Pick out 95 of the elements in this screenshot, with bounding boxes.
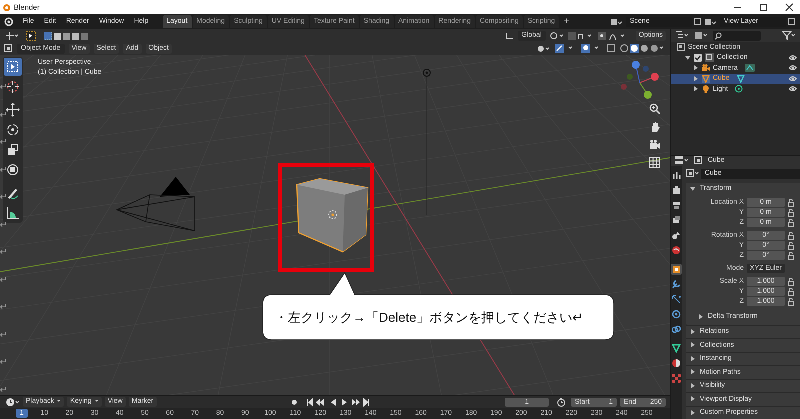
- view-layer-icon: [704, 17, 716, 26]
- paragraph-mark: ↵: [0, 303, 8, 315]
- collapsed-arrow-icon[interactable]: [698, 314, 704, 320]
- lock-icon[interactable]: [788, 208, 794, 216]
- pivot-icon[interactable]: [550, 32, 564, 40]
- zoom-icon[interactable]: [649, 103, 661, 115]
- texture-tab-icon[interactable]: [671, 372, 682, 384]
- orientation-icon: [506, 32, 514, 40]
- material-tab-icon[interactable]: [671, 358, 682, 368]
- checkbox[interactable]: [694, 54, 702, 62]
- display-mode-icon[interactable]: [675, 31, 689, 40]
- constraints-tab-icon[interactable]: [671, 324, 682, 334]
- transform-tool-icon: [4, 31, 18, 40]
- world-tab-icon[interactable]: [671, 244, 682, 256]
- paragraph-mark: ↵: [0, 358, 8, 370]
- collapsed-arrow-icon[interactable]: [690, 396, 696, 402]
- paragraph-mark: ↵: [0, 330, 8, 342]
- collapsed-arrow-icon[interactable]: [690, 369, 696, 376]
- light-data-icon: [735, 85, 746, 94]
- shading-mode-icon[interactable]: [620, 44, 666, 53]
- bulb-icon: [702, 85, 710, 94]
- expanded-arrow-icon[interactable]: [690, 186, 696, 192]
- collapsed-arrow-icon[interactable]: [690, 328, 696, 335]
- camera-icon[interactable]: [649, 139, 661, 151]
- tool-tab-icon[interactable]: [671, 170, 682, 180]
- close-icon[interactable]: [785, 2, 794, 12]
- record-button-icon[interactable]: [290, 398, 299, 406]
- paragraph-mark: ↵: [0, 386, 8, 395]
- paragraph-mark: ↵: [0, 138, 8, 150]
- select-box-icon[interactable]: [4, 58, 22, 76]
- expanded-arrow-icon[interactable]: [685, 54, 691, 61]
- callout-text: ・左クリック→「Delete」ボタンを押してください↵: [275, 310, 584, 326]
- paragraph-mark: ↵: [0, 193, 8, 205]
- particles-tab-icon[interactable]: [671, 294, 682, 304]
- paragraph-mark: ↵: [0, 248, 8, 260]
- collapsed-arrow-icon[interactable]: [690, 356, 696, 362]
- triangle-mesh-icon: [702, 74, 710, 83]
- editor-type-icon[interactable]: [675, 156, 689, 166]
- collection-icon: [705, 53, 714, 62]
- paragraph-mark: ↵: [0, 110, 8, 122]
- xray-icon[interactable]: [607, 44, 616, 53]
- object-tab-icon[interactable]: [671, 264, 682, 274]
- copy-icon: [788, 18, 796, 26]
- copy-icon: [694, 18, 702, 26]
- collapsed-arrow-icon[interactable]: [690, 382, 696, 389]
- view-layer-tab-icon[interactable]: [671, 214, 682, 226]
- snap-icon[interactable]: [568, 32, 594, 40]
- visibility-icon[interactable]: [537, 44, 551, 52]
- data-tab-icon[interactable]: [671, 342, 682, 354]
- collapsed-arrow-icon[interactable]: [690, 342, 696, 348]
- camera-icon: [702, 64, 710, 72]
- render-tab-icon[interactable]: [671, 184, 682, 196]
- maximize-icon[interactable]: [759, 2, 768, 12]
- select-tool-icon[interactable]: [26, 30, 36, 40]
- object-icon: [694, 156, 703, 166]
- paragraph-mark: ↵: [0, 276, 8, 288]
- filter-view-icon[interactable]: [694, 31, 708, 40]
- camera-data-icon: [744, 64, 755, 72]
- scene-icon: [610, 17, 622, 26]
- mesh-data-icon: [736, 74, 747, 83]
- eye-icon[interactable]: [789, 54, 797, 62]
- eye-icon[interactable]: [789, 74, 797, 83]
- lock-icon[interactable]: [788, 288, 794, 296]
- object-icon: [686, 169, 699, 178]
- paragraph-mark: ↵: [0, 166, 8, 178]
- lock-icon[interactable]: [788, 218, 794, 226]
- object-mode-icon: [4, 44, 13, 53]
- lock-icon[interactable]: [788, 278, 794, 286]
- add-workspace-button[interactable]: +: [560, 15, 574, 28]
- cursor-icon[interactable]: [4, 78, 22, 96]
- lock-icon[interactable]: [788, 242, 794, 250]
- collection-icon: [677, 43, 685, 52]
- lock-icon[interactable]: [788, 198, 794, 206]
- hand-icon[interactable]: [649, 121, 661, 133]
- search-icon[interactable]: [713, 30, 761, 40]
- navigation-gizmo-drawing: [621, 61, 659, 99]
- scene-tab-icon[interactable]: [671, 230, 682, 240]
- paragraph-mark: ↵: [0, 83, 8, 95]
- eye-icon[interactable]: [789, 85, 797, 94]
- stopwatch-icon[interactable]: [557, 398, 566, 406]
- lock-icon[interactable]: [788, 298, 794, 306]
- collapsed-arrow-icon[interactable]: [690, 410, 696, 416]
- filter-icon[interactable]: [782, 31, 796, 40]
- modifiers-tab-icon[interactable]: [671, 278, 682, 290]
- clock-editor-icon[interactable]: [6, 398, 20, 406]
- paragraph-mark: ↵: [0, 220, 8, 232]
- physics-tab-icon[interactable]: [671, 308, 682, 320]
- lock-icon[interactable]: [788, 252, 794, 260]
- move-icon[interactable]: [4, 101, 22, 119]
- playback-controls-icon[interactable]: [306, 398, 372, 406]
- eye-icon[interactable]: [789, 64, 797, 72]
- selection-mode-icon[interactable]: [44, 32, 90, 40]
- grid-icon[interactable]: [649, 157, 661, 169]
- lock-icon[interactable]: [788, 232, 794, 240]
- output-tab-icon[interactable]: [671, 200, 682, 210]
